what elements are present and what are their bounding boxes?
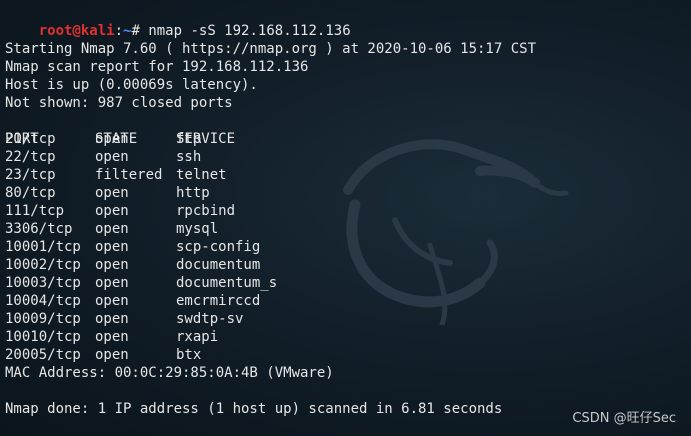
state-cell: filtered: [95, 167, 163, 183]
host-line: Host is up (0.00069s latency).: [5, 77, 258, 93]
service-cell: ssh: [176, 149, 202, 165]
service-cell: rpcbind: [176, 203, 236, 219]
service-cell: documentum: [176, 257, 261, 273]
state-cell: open: [95, 239, 129, 255]
state-cell: open: [95, 203, 129, 219]
state-cell: open: [95, 293, 129, 309]
service-cell: swdtp-sv: [176, 311, 244, 327]
service-cell: http: [176, 185, 210, 201]
state-cell: open: [95, 221, 129, 237]
scan-done-line: Nmap done: 1 IP address (1 host up) scan…: [5, 401, 503, 417]
service-cell: btx: [176, 347, 202, 363]
command-text: nmap -sS 192.168.112.136: [148, 23, 351, 39]
terminal-window[interactable]: root@kali:~# nmap -sS 192.168.112.136 St…: [0, 0, 691, 436]
prompt-symbol: #: [131, 23, 140, 39]
prompt-separator: :: [114, 23, 124, 39]
port-cell: 20005/tcp: [5, 347, 81, 363]
state-cell: open: [95, 311, 129, 327]
port-cell: 10001/tcp: [5, 239, 81, 255]
port-cell: 10010/tcp: [5, 329, 81, 345]
state-cell: open: [95, 131, 129, 147]
port-cell: 10002/tcp: [5, 257, 81, 273]
service-cell: emcrmirccd: [176, 293, 261, 309]
state-cell: open: [95, 149, 129, 165]
port-cell: 3306/tcp: [5, 221, 73, 237]
service-cell: rxapi: [176, 329, 219, 345]
port-cell: 10003/tcp: [5, 275, 81, 291]
command-line: root@kali:~# nmap -sS 192.168.112.136: [5, 4, 351, 39]
port-table-header: PORT STATE SERVICE: [5, 112, 235, 147]
service-cell: mysql: [176, 221, 219, 237]
state-cell: open: [95, 347, 129, 363]
prompt-user: root@kali: [38, 23, 115, 39]
port-cell: 80/tcp: [5, 185, 56, 201]
not-shown-line: Not shown: 987 closed ports: [5, 95, 233, 111]
port-cell: 21/tcp: [5, 131, 56, 147]
service-cell: telnet: [176, 167, 227, 183]
port-cell: 23/tcp: [5, 167, 56, 183]
kali-dragon-icon: [343, 139, 569, 325]
state-cell: open: [95, 275, 129, 291]
state-cell: open: [95, 257, 129, 273]
service-cell: ftp: [176, 131, 202, 147]
start-line: Starting Nmap 7.60 ( https://nmap.org ) …: [5, 41, 537, 57]
report-line: Nmap scan report for 192.168.112.136: [5, 59, 309, 75]
active-prompt-line[interactable]: root@kali:~#: [5, 418, 158, 436]
mac-address-line: MAC Address: 00:0C:29:85:0A:4B (VMware): [5, 365, 334, 381]
port-cell: 10004/tcp: [5, 293, 81, 309]
service-cell: scp-config: [176, 239, 261, 255]
state-cell: open: [95, 185, 129, 201]
service-cell: documentum_s: [176, 275, 278, 291]
watermark: CSDN @旺仔Sec: [572, 411, 676, 426]
port-cell: 22/tcp: [5, 149, 56, 165]
port-cell: 111/tcp: [5, 203, 65, 219]
port-cell: 10009/tcp: [5, 311, 81, 327]
state-cell: open: [95, 329, 129, 345]
